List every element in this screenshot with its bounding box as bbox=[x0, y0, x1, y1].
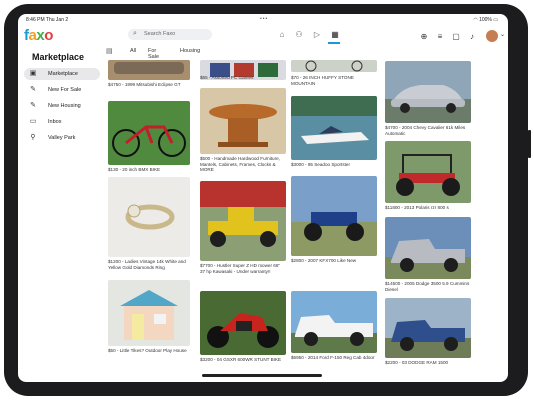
sidebar-title: Marketplace bbox=[32, 52, 85, 62]
listing-caption: $4750 - 1999 Mitsubishi Eclipse GT bbox=[108, 82, 181, 87]
listing-card[interactable]: $2200 - 03 DODGE RAM 1500 bbox=[385, 298, 471, 365]
listing-card[interactable]: $7700 - Hustler Super Z HD mower 66" 37 … bbox=[200, 181, 286, 274]
listing-photo bbox=[385, 141, 471, 203]
sidebar-item-label: Inbox bbox=[48, 119, 62, 125]
marketplace-icon[interactable]: ▦ bbox=[329, 29, 341, 41]
sidebar-item-valley-park[interactable]: ⚲ Valley Park bbox=[24, 132, 100, 144]
search-icon: ⌕ bbox=[133, 30, 137, 37]
sidebar-item-label: Marketplace bbox=[48, 71, 78, 77]
listing-caption: $130 - 20 inch BMX BIKE bbox=[108, 167, 161, 172]
listing-card[interactable]: $130 - 20 inch BMX BIKE bbox=[108, 101, 190, 172]
listing-photo bbox=[108, 177, 190, 257]
listing-photo bbox=[108, 101, 190, 165]
status-battery: ◠ 100% ▭ bbox=[473, 17, 498, 23]
listing-caption: $4700 - 2004 Chevy Cavalier 61k Miles Au… bbox=[385, 125, 466, 136]
listing-caption: $2800 - 2007 KFX700 Like New bbox=[291, 258, 357, 263]
listing-card[interactable]: $4750 - 1999 Mitsubishi Eclipse GT bbox=[108, 60, 190, 87]
tab-all[interactable]: All bbox=[130, 48, 136, 54]
listing-photo bbox=[291, 291, 377, 353]
app-screen: 8:46 PM Thu Jan 2 ••• ◠ 100% ▭ faxo ⌕ Se… bbox=[18, 14, 508, 382]
messages-icon[interactable]: ▢ bbox=[450, 31, 462, 43]
listing-caption: $11800 - 2013 Polaris rzr 800 s bbox=[385, 205, 449, 210]
listing-caption: $14500 - 2005 Dodge 3500 5.9 Cummins Die… bbox=[385, 281, 470, 292]
listing-photo bbox=[291, 176, 377, 256]
listing-card[interactable]: $6950 - 2014 Ford F-150 Reg Cab 4door bbox=[291, 291, 377, 360]
sidebar-item-new-for-sale[interactable]: ✎ New For Sale bbox=[24, 84, 100, 96]
tab-housing[interactable]: Housing bbox=[180, 48, 200, 54]
listing-photo bbox=[200, 291, 286, 355]
listing-photo bbox=[385, 61, 471, 123]
tab-for-sale[interactable]: For Sale bbox=[148, 48, 159, 60]
listing-card[interactable]: $4700 - 2004 Chevy Cavalier 61k Miles Au… bbox=[385, 61, 471, 136]
avatar[interactable] bbox=[486, 30, 498, 42]
chevron-down-icon[interactable]: ⌄ bbox=[500, 31, 505, 38]
listing-caption: $2200 - 03 DODGE RAM 1500 bbox=[385, 360, 449, 365]
sidebar-item-inbox[interactable]: ▭ Inbox bbox=[24, 116, 100, 128]
sidebar-item-label: Valley Park bbox=[48, 135, 76, 141]
listing-card[interactable]: $3200 - 04 GSXR 600WR STUNT BIKE bbox=[200, 291, 286, 362]
battery-percent: 100% bbox=[479, 17, 492, 23]
add-icon[interactable]: ⊕ bbox=[418, 31, 430, 43]
pencil-icon: ✎ bbox=[30, 86, 36, 93]
pencil-icon: ✎ bbox=[30, 102, 36, 109]
logo-letter-x: x bbox=[36, 27, 45, 44]
listing-card[interactable]: $50 - Little Tikes? Outdoor Play House bbox=[108, 280, 190, 353]
wifi-icon: ◠ bbox=[473, 17, 478, 23]
status-bar: 8:46 PM Thu Jan 2 ••• ◠ 100% ▭ bbox=[18, 14, 508, 26]
faxo-logo[interactable]: faxo bbox=[24, 27, 53, 44]
listing-card[interactable]: $65 - Assorted PC Games bbox=[200, 60, 286, 80]
listing-caption: $70 - 26 INCH HUFFY STONE MOUNTAIN bbox=[291, 75, 354, 86]
listing-card[interactable]: $14500 - 2005 Dodge 3500 5.9 Cummins Die… bbox=[385, 217, 471, 292]
notifications-icon[interactable]: ♪ bbox=[466, 31, 478, 43]
search-bar[interactable]: ⌕ Search Faxo bbox=[128, 29, 212, 40]
storefront-icon: ▣ bbox=[29, 70, 37, 77]
listing-photo bbox=[385, 298, 471, 358]
listing-card[interactable]: $70 - 26 INCH HUFFY STONE MOUNTAIN bbox=[291, 60, 377, 86]
listing-caption: $3000 - 95 Seadoo Sportster bbox=[291, 162, 350, 167]
listing-caption: $7700 - Hustler Super Z HD mower 66" 37 … bbox=[200, 263, 281, 274]
listing-caption: $50 - Little Tikes? Outdoor Play House bbox=[108, 348, 187, 353]
people-icon[interactable]: ⚇ bbox=[293, 29, 305, 41]
status-time-date: 8:46 PM Thu Jan 2 bbox=[26, 17, 69, 23]
active-tab-indicator bbox=[328, 42, 340, 44]
sidebar: Marketplace ▣ Marketplace ✎ New For Sale… bbox=[18, 50, 104, 382]
listing-card[interactable]: $11800 - 2013 Polaris rzr 800 s bbox=[385, 141, 471, 210]
sidebar-item-marketplace[interactable]: ▣ Marketplace bbox=[24, 68, 100, 80]
listing-card[interactable]: $2800 - 2007 KFX700 Like New bbox=[291, 176, 377, 263]
listing-photo bbox=[108, 280, 190, 346]
listing-card[interactable]: $500 - Handmade Hardwood Furniture, Mant… bbox=[200, 88, 286, 172]
home-icon[interactable]: ⌂ bbox=[276, 29, 288, 41]
sidebar-item-new-housing[interactable]: ✎ New Housing bbox=[24, 100, 100, 112]
side-button bbox=[528, 130, 531, 158]
listing-photo bbox=[385, 217, 471, 279]
home-indicator[interactable] bbox=[202, 374, 322, 377]
listing-caption: $3200 - 04 GSXR 600WR STUNT BIKE bbox=[200, 357, 282, 362]
listing-photo bbox=[108, 60, 190, 80]
logo-letter-o: o bbox=[44, 27, 53, 44]
inbox-icon: ▭ bbox=[29, 118, 37, 125]
listing-caption: $6950 - 2014 Ford F-150 Reg Cab 4door bbox=[291, 355, 375, 360]
video-icon[interactable]: ▷ bbox=[311, 29, 323, 41]
listing-caption: $500 - Handmade Hardwood Furniture, Mant… bbox=[200, 156, 280, 173]
search-input[interactable]: Search Faxo bbox=[144, 31, 175, 37]
listing-caption: $65 - Assorted PC Games bbox=[200, 75, 254, 80]
listing-photo bbox=[200, 88, 286, 154]
multitask-dots[interactable]: ••• bbox=[260, 16, 268, 22]
sidebar-item-label: New Housing bbox=[48, 103, 81, 109]
listing-card[interactable]: $3000 - 95 Seadoo Sportster bbox=[291, 96, 377, 167]
listing-photo bbox=[291, 60, 377, 72]
battery-icon: ▭ bbox=[493, 17, 498, 23]
listing-caption: $1200 - Ladies Vintage 14k White and Yel… bbox=[108, 259, 186, 270]
location-pin-icon: ⚲ bbox=[30, 134, 36, 141]
grid-view-icon[interactable]: ▤ bbox=[106, 47, 113, 55]
sidebar-item-label: New For Sale bbox=[48, 87, 82, 93]
menu-icon[interactable]: ≡ bbox=[434, 31, 446, 43]
listing-card[interactable]: $1200 - Ladies Vintage 14k White and Yel… bbox=[108, 177, 190, 270]
listing-photo bbox=[200, 181, 286, 261]
listing-photo bbox=[291, 96, 377, 160]
